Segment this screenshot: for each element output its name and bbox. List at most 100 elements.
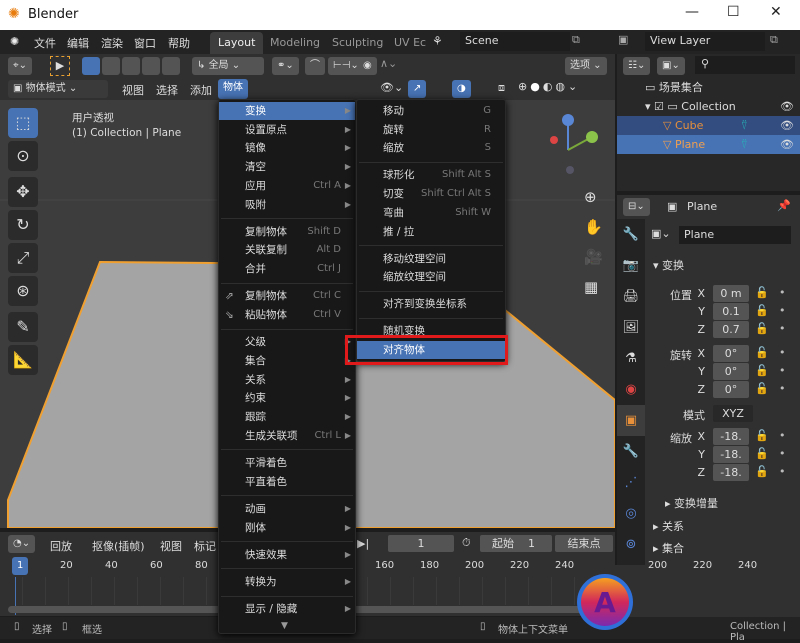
keyframe-dot-icon[interactable]: • (779, 447, 786, 460)
menu-item[interactable]: 球形化 Shift Alt S (357, 166, 505, 184)
tab-uv-editing[interactable]: UV Ec (386, 32, 434, 54)
view-layer-selector[interactable]: View Layer (645, 32, 765, 51)
menu-item[interactable]: 平直着色 (219, 473, 355, 491)
pan-hand-icon[interactable]: ✋ (584, 218, 603, 236)
scene-collection-row[interactable]: ▭ 场景集合 (645, 78, 795, 97)
options-dropdown[interactable]: 选项 ⌄ (565, 57, 607, 75)
snap-toggle-icon[interactable]: ⌒ (305, 57, 325, 75)
rotation-x-field[interactable]: 0° (713, 345, 749, 362)
output-tab-icon[interactable]: 🖨 (617, 281, 645, 312)
view-layer-icon[interactable]: ▣ (618, 33, 628, 46)
menu-item[interactable]: 跟踪 ▶ (219, 408, 355, 426)
lock-icon[interactable]: 🔓 (755, 429, 769, 442)
modifier-tab-icon[interactable]: 🔧 (617, 436, 645, 467)
render-tab-icon[interactable]: 📷 (617, 250, 645, 281)
xray-toggle-icon[interactable]: ⧈ (498, 81, 505, 95)
new-scene-icon[interactable]: ⧉ (572, 33, 580, 47)
menu-item[interactable]: 切变 Shift Ctrl Alt S (357, 185, 505, 203)
menu-item[interactable]: 变换 ▶ (219, 102, 355, 120)
menu-item[interactable]: 吸附 ▶ (219, 196, 355, 214)
menu-help[interactable]: 帮助 (168, 35, 190, 51)
tab-layout[interactable]: Layout (210, 32, 264, 54)
collection-row[interactable]: ▾ ☑ ▭ Collection 👁 (645, 97, 800, 116)
lock-icon[interactable]: 🔓 (755, 364, 769, 377)
header-add-menu[interactable]: 添加 (190, 82, 212, 98)
shading-mode-icons[interactable]: ⊕●◐◍⌄ (518, 80, 580, 93)
keyframe-dot-icon[interactable]: • (779, 382, 786, 395)
measure-tool-icon[interactable]: 📐 (8, 345, 38, 375)
physics-tab-icon[interactable]: ◎ (617, 498, 645, 529)
navigation-gizmo[interactable] (540, 110, 600, 180)
tool-tab-icon[interactable]: 🔧 (617, 219, 645, 250)
lock-icon[interactable]: 🔓 (755, 382, 769, 395)
menu-window[interactable]: 窗口 (134, 35, 156, 51)
display-mode-dropdown[interactable]: ☷⌄ (623, 57, 651, 75)
new-view-layer-icon[interactable]: ⧉ (770, 33, 778, 47)
menu-item[interactable]: 复制物体 Shift D (219, 223, 355, 241)
keyframe-dot-icon[interactable]: • (779, 346, 786, 359)
gizmo-toggle-icon[interactable]: ↗ (408, 80, 427, 98)
select-mode-new-icon[interactable] (82, 57, 100, 75)
cursor-tool-icon[interactable]: ⊙ (8, 141, 38, 171)
menu-item[interactable]: ⇗ 复制物体 Ctrl C (219, 287, 355, 305)
keyframe-dot-icon[interactable]: • (779, 465, 786, 478)
object-name-field[interactable]: Plane (679, 226, 791, 244)
menu-item[interactable]: 生成关联项 Ctrl L ▶ (219, 427, 355, 445)
orientation-dropdown[interactable]: ↳ 全局 ⌄ (192, 57, 264, 75)
start-frame-field[interactable]: 起始 1 (480, 535, 552, 552)
scene-tab-icon[interactable]: ⚗ (617, 343, 645, 374)
menu-item[interactable]: 动画 ▶ (219, 500, 355, 518)
menu-item[interactable]: 父级 ▶ (219, 333, 355, 351)
menu-item[interactable]: 弯曲 Shift W (357, 204, 505, 222)
pin-icon[interactable]: 📌 (777, 199, 791, 212)
outliner-search-input[interactable]: ⚲ (695, 56, 795, 74)
blender-menu-icon[interactable]: ✺ (10, 35, 19, 48)
current-frame-field[interactable]: 1 (388, 535, 454, 552)
menu-item[interactable]: 关联复制 Alt D (219, 241, 355, 259)
menu-item[interactable]: 镜像 ▶ (219, 139, 355, 157)
playhead-frame[interactable]: 1 (12, 557, 29, 575)
select-mode-intersect-icon[interactable] (162, 57, 180, 75)
menu-item[interactable]: 推 / 拉 (357, 223, 505, 241)
scene-selector[interactable]: Scene (460, 32, 570, 51)
lock-icon[interactable]: 🔓 (755, 322, 769, 335)
menu-item[interactable]: 显示 / 隐藏 ▶ (219, 600, 355, 618)
menu-file[interactable]: 文件 (34, 35, 56, 51)
object-tab-icon[interactable]: ▣ (617, 405, 645, 436)
select-mode-extend-icon[interactable] (102, 57, 120, 75)
timeline-view-menu[interactable]: 视图 (160, 538, 182, 554)
header-view-menu[interactable]: 视图 (122, 82, 144, 98)
select-box-tool-icon[interactable]: ⬚ (8, 108, 38, 138)
falloff-icon[interactable]: ∧⌄ (380, 57, 397, 70)
proportional-edit-icon[interactable]: ◉ (358, 57, 377, 75)
marker-menu[interactable]: 标记 (194, 538, 216, 554)
transform-panel-header[interactable]: ▾ 变换 (653, 257, 684, 273)
menu-item[interactable]: 刚体 ▶ (219, 519, 355, 537)
menu-item[interactable]: 关系 ▶ (219, 371, 355, 389)
location-y-field[interactable]: 0.1 (713, 303, 749, 320)
zoom-icon[interactable]: ⊕ (584, 188, 597, 206)
select-tool-icon[interactable]: ▶ (50, 56, 70, 76)
header-select-menu[interactable]: 选择 (156, 82, 178, 98)
end-frame-field[interactable]: 结束点 (555, 535, 613, 552)
relations-panel[interactable]: ▸ 关系 (653, 518, 684, 534)
timeline-editor-icon[interactable]: ◔⌄ (8, 535, 36, 553)
tab-modeling[interactable]: Modeling (262, 32, 328, 54)
stopwatch-icon[interactable]: ⏱ (462, 536, 471, 550)
menu-item[interactable]: ⇘ 粘贴物体 Ctrl V (219, 306, 355, 324)
lock-icon[interactable]: 🔓 (755, 286, 769, 299)
visibility-eye-icon[interactable]: 👁 (780, 135, 794, 154)
menu-item[interactable]: 缩放纹理空间 (357, 268, 505, 286)
overlay-toggle-icon[interactable]: ◑ (452, 80, 471, 98)
menu-item[interactable]: 应用 Ctrl A ▶ (219, 177, 355, 195)
annotate-tool-icon[interactable]: ✎ (8, 312, 38, 342)
menu-item[interactable]: 平滑着色 (219, 454, 355, 472)
lock-icon[interactable]: 🔓 (755, 447, 769, 460)
header-object-menu[interactable]: 物体 (218, 79, 248, 99)
rotate-tool-icon[interactable]: ↻ (8, 210, 38, 240)
close-button[interactable]: ✕ (770, 4, 782, 20)
menu-item[interactable]: 清空 ▶ (219, 158, 355, 176)
menu-scroll-down-icon[interactable]: ▼ (281, 621, 288, 631)
rotation-y-field[interactable]: 0° (713, 363, 749, 380)
visibility-dropdown-icon[interactable]: 👁⌄ (380, 81, 403, 94)
